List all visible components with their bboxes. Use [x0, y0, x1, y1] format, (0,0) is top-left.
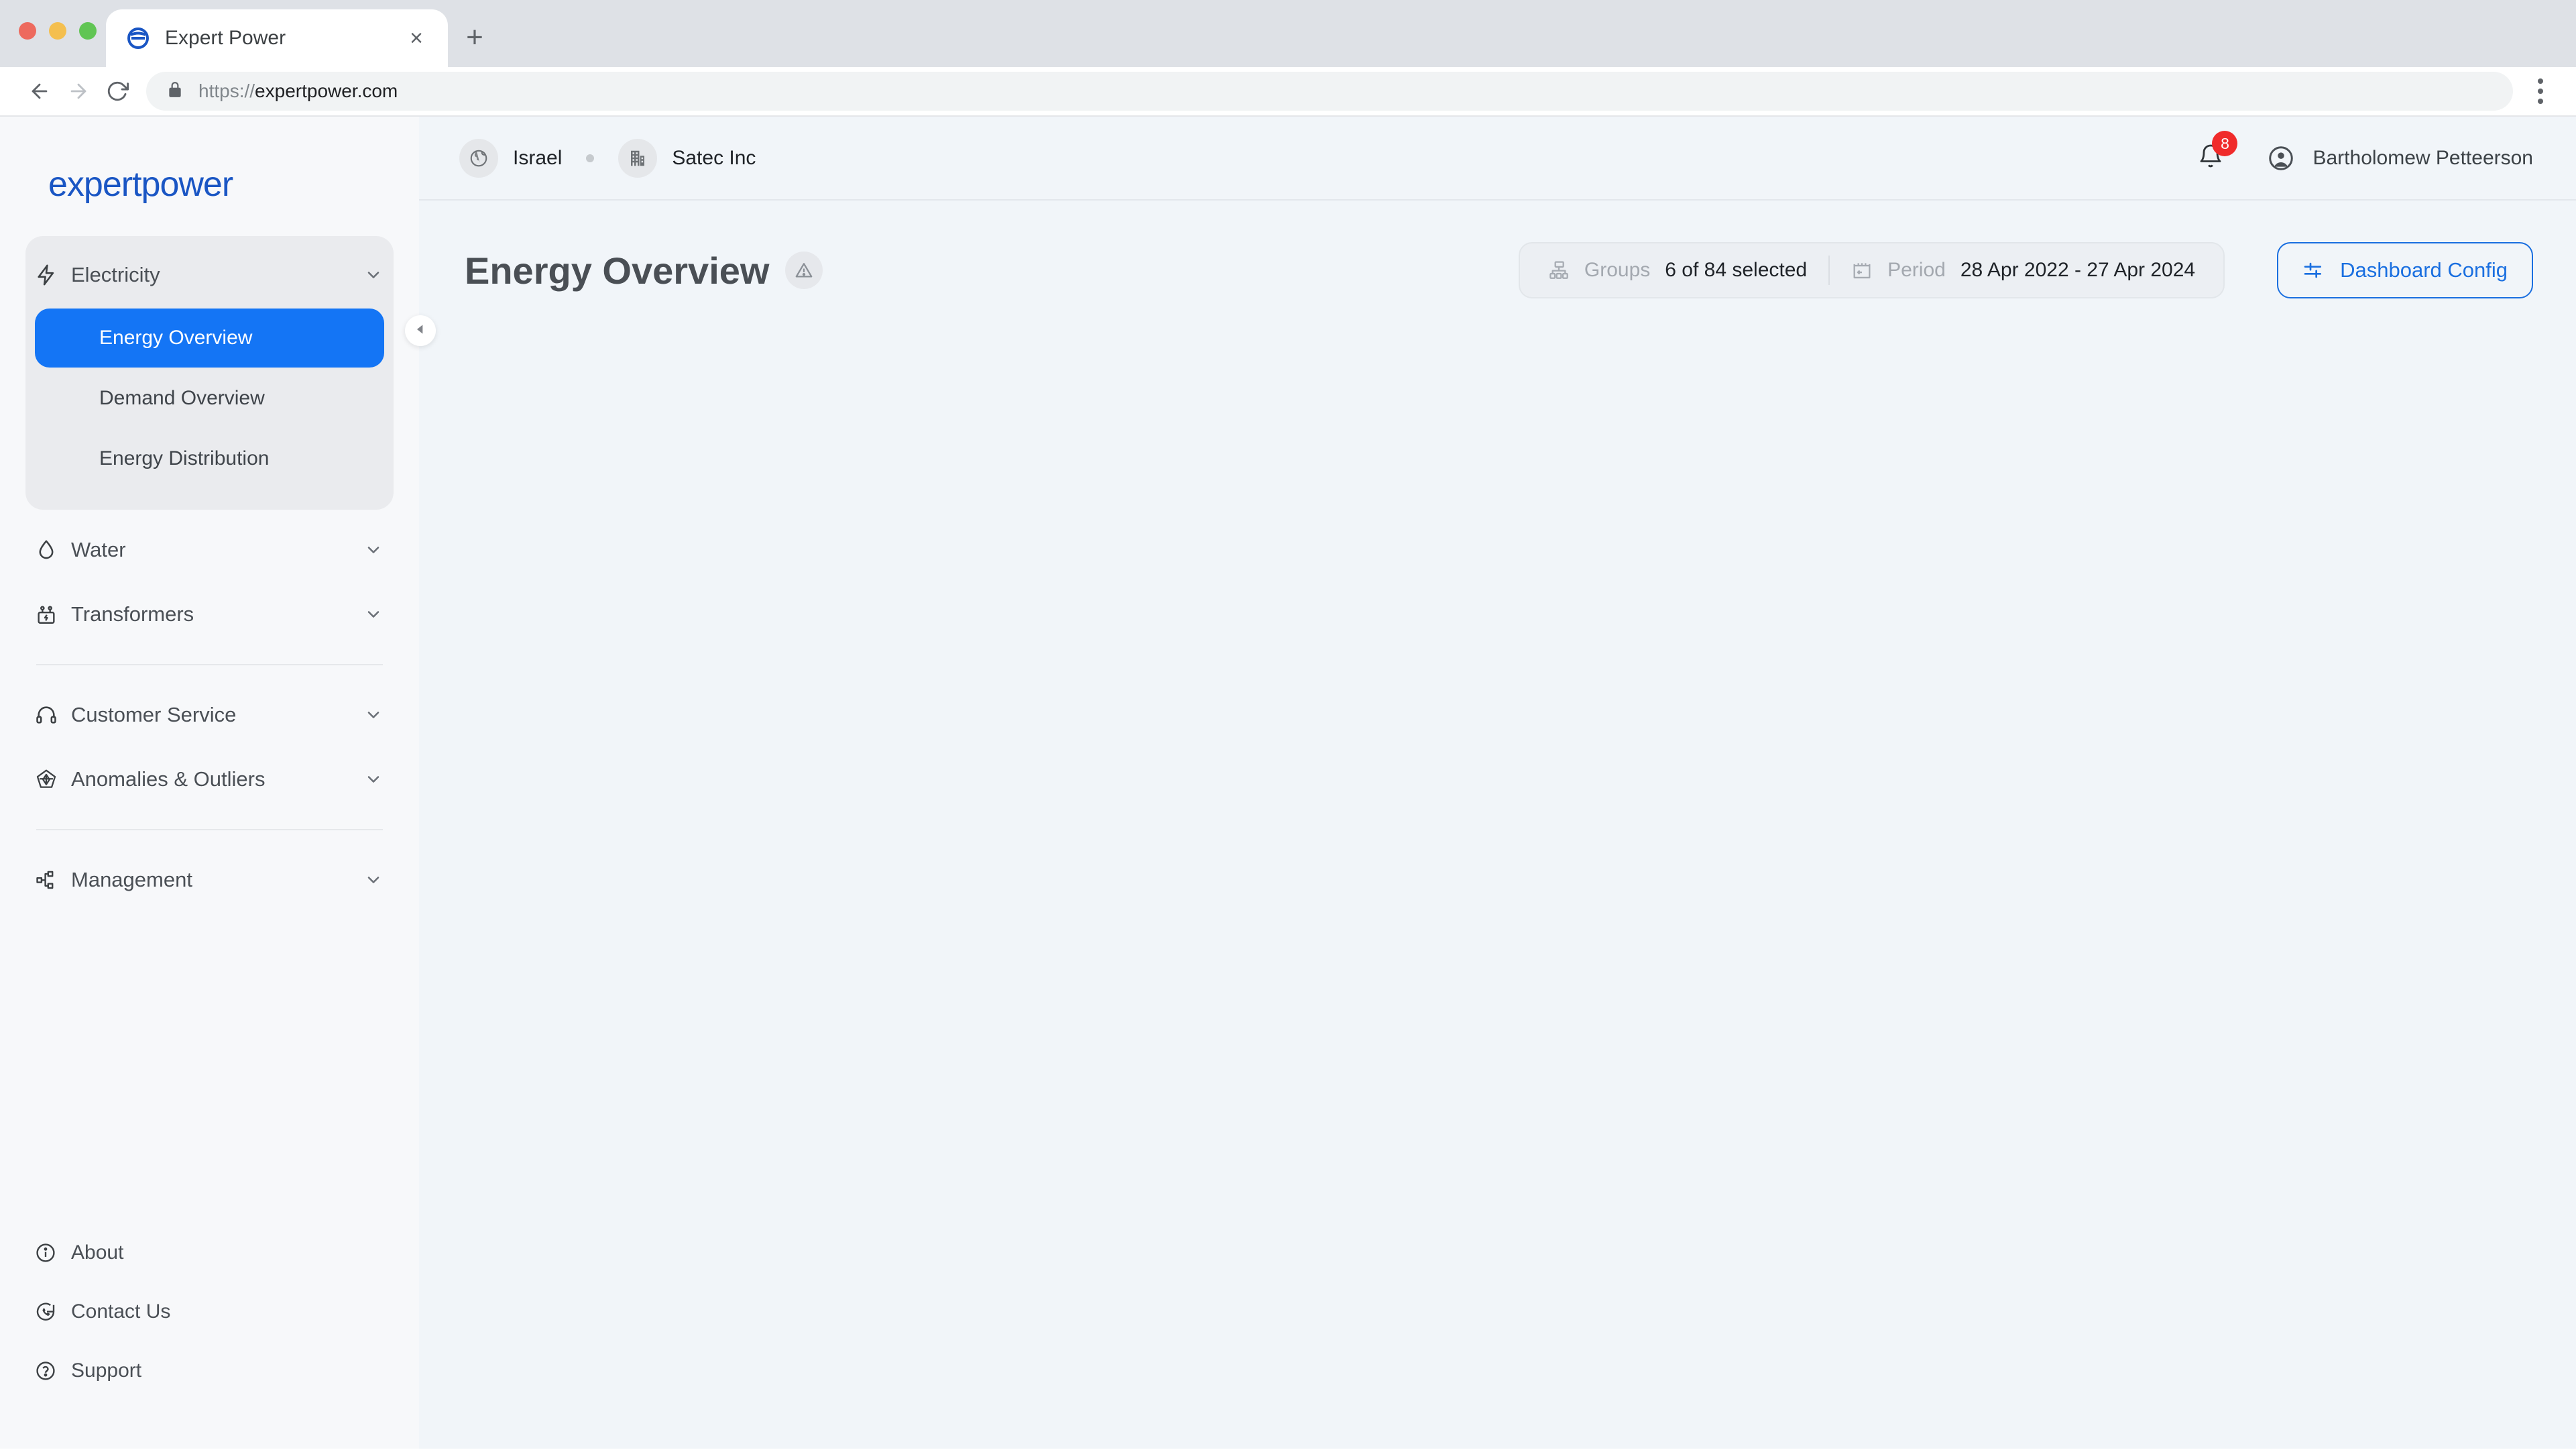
org-nodes-icon — [35, 869, 66, 891]
breadcrumb-label: Israel — [513, 146, 563, 169]
breadcrumb-label: Satec Inc — [672, 146, 756, 169]
sidebar-nav: Electricity Energy Overview Demand Overv… — [0, 236, 419, 1223]
breadcrumb: Israel Satec Inc — [459, 138, 756, 178]
new-tab-button[interactable]: + — [456, 19, 493, 56]
chevron-down-icon[interactable] — [364, 871, 383, 889]
app-topbar: Israel Satec Inc 8 Bartholomew Petteerso… — [419, 117, 2576, 201]
user-name-label: Bartholomew Petteerson — [2312, 146, 2533, 169]
sidebar-group-label: Water — [71, 538, 126, 561]
collapse-sidebar-button[interactable] — [405, 315, 436, 346]
period-filter-label: Period — [1887, 259, 1946, 281]
question-circle-icon — [35, 1360, 66, 1382]
tab-title: Expert Power — [165, 27, 286, 49]
sidebar-group-label: Anomalies & Outliers — [71, 767, 266, 791]
breadcrumb-item-country[interactable]: Israel — [459, 138, 563, 178]
close-icon[interactable]: × — [405, 27, 428, 50]
browser-chrome: Expert Power × + — [0, 0, 2576, 67]
reload-icon[interactable] — [98, 72, 137, 111]
notifications-button[interactable]: 8 — [2197, 131, 2238, 173]
url-scheme: https:// — [198, 80, 255, 101]
sidebar-group-electricity: Electricity Energy Overview Demand Overv… — [25, 236, 394, 510]
groups-filter-label: Groups — [1584, 259, 1651, 281]
chevron-down-icon[interactable] — [364, 770, 383, 789]
window-traffic-lights — [19, 22, 97, 40]
notification-count-badge: 8 — [2212, 131, 2238, 156]
period-filter[interactable]: Period 28 Apr 2022 - 27 Apr 2024 — [1830, 243, 2217, 297]
user-menu[interactable]: Bartholomew Petteerson — [2267, 144, 2533, 172]
sidebar-group-header-anomalies-outliers[interactable]: Anomalies & Outliers — [25, 747, 394, 812]
period-filter-value: 28 Apr 2022 - 27 Apr 2024 — [1960, 259, 2196, 281]
sidebar-item-energy-distribution[interactable]: Energy Distribution — [35, 429, 384, 488]
dashboard-content-area — [419, 298, 2576, 1449]
lock-icon — [166, 81, 184, 102]
svg-text:expertpower: expertpower — [48, 165, 233, 204]
expertpower-logo-icon: expertpower — [48, 165, 234, 204]
calendar-period-icon — [1851, 260, 1873, 281]
expertpower-favicon-icon — [126, 26, 150, 50]
address-bar-url: https://expertpower.com — [198, 80, 398, 102]
browser-menu-kebab-icon[interactable] — [2525, 72, 2556, 111]
sidebar-item-demand-overview[interactable]: Demand Overview — [35, 369, 384, 428]
phone-chat-icon — [35, 1301, 66, 1323]
sidebar-divider — [36, 829, 383, 830]
water-drop-icon — [35, 539, 66, 561]
sidebar-group-header-water[interactable]: Water — [25, 518, 394, 582]
lightning-bolt-icon — [35, 264, 66, 286]
sidebar-bottom-label: About — [71, 1241, 124, 1264]
chevron-down-icon[interactable] — [364, 266, 383, 284]
groups-hierarchy-icon — [1548, 260, 1570, 281]
sidebar-divider — [36, 664, 383, 665]
address-bar[interactable]: https://expertpower.com — [146, 72, 2513, 111]
sidebar-item-energy-overview[interactable]: Energy Overview — [35, 309, 384, 368]
page-title: Energy Overview — [465, 249, 770, 292]
sidebar-bottom-label: Contact Us — [71, 1300, 171, 1323]
app-logo[interactable]: expertpower — [0, 117, 419, 236]
sidebar-group-label: Management — [71, 868, 192, 891]
sidebar-group-label: Transformers — [71, 602, 194, 626]
chevron-left-icon — [414, 323, 427, 339]
groups-filter[interactable]: Groups 6 of 84 selected — [1527, 243, 1828, 297]
sidebar-item-support[interactable]: Support — [25, 1341, 394, 1400]
transformer-icon — [35, 603, 66, 626]
maximize-window-button[interactable] — [79, 22, 97, 40]
dashboard-filters: Groups 6 of 84 selected Period 28 Apr 20… — [1518, 242, 2225, 298]
chevron-down-icon[interactable] — [364, 541, 383, 559]
sidebar-group-header-electricity[interactable]: Electricity — [25, 243, 394, 307]
browser-toolbar: https://expertpower.com — [0, 67, 2576, 117]
building-icon — [618, 138, 658, 178]
sidebar-item-about[interactable]: About — [25, 1223, 394, 1282]
breadcrumb-item-company[interactable]: Satec Inc — [618, 138, 756, 178]
dashboard-config-button[interactable]: Dashboard Config — [2277, 242, 2533, 298]
close-window-button[interactable] — [19, 22, 36, 40]
groups-filter-value: 6 of 84 selected — [1665, 259, 1808, 281]
breadcrumb-separator-dot — [586, 154, 595, 162]
chevron-down-icon[interactable] — [364, 706, 383, 724]
sidebar-group-header-management[interactable]: Management — [25, 848, 394, 912]
sidebar-bottom-nav: About Contact Us Support — [0, 1223, 419, 1449]
warning-triangle-icon[interactable] — [785, 252, 823, 289]
user-avatar-icon — [2267, 144, 2295, 172]
minimize-window-button[interactable] — [49, 22, 66, 40]
sidebar-group-header-transformers[interactable]: Transformers — [25, 582, 394, 647]
sidebar: expertpower Electricity Energy Overview … — [0, 117, 436, 1449]
sliders-icon — [2302, 260, 2324, 281]
forward-arrow-icon[interactable] — [59, 72, 98, 111]
page-header: Energy Overview Groups 6 of 84 selected … — [419, 201, 2576, 298]
sidebar-group-header-customer-service[interactable]: Customer Service — [25, 683, 394, 747]
sidebar-item-contact-us[interactable]: Contact Us — [25, 1282, 394, 1341]
chevron-down-icon[interactable] — [364, 605, 383, 624]
info-circle-icon — [35, 1242, 66, 1264]
dashboard-config-label: Dashboard Config — [2340, 258, 2508, 282]
application-root: expertpower Electricity Energy Overview … — [0, 117, 2576, 1449]
pentagon-star-icon — [35, 768, 66, 791]
back-arrow-icon[interactable] — [20, 72, 59, 111]
sidebar-group-label: Electricity — [71, 263, 160, 286]
globe-icon — [459, 138, 498, 178]
sidebar-bottom-label: Support — [71, 1359, 142, 1382]
url-host: expertpower.com — [255, 80, 398, 101]
headset-icon — [35, 704, 66, 726]
sidebar-group-label: Customer Service — [71, 703, 237, 726]
main-content: Israel Satec Inc 8 Bartholomew Petteerso… — [419, 117, 2576, 1449]
browser-tab[interactable]: Expert Power × — [106, 9, 448, 67]
